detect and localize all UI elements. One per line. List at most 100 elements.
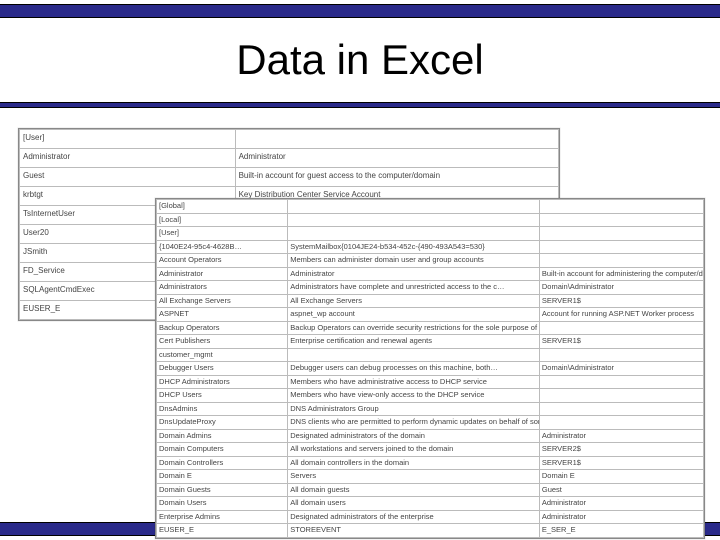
cell [539,348,703,362]
table-row: Cert PublishersEnterprise certification … [157,335,704,349]
cell [539,389,703,403]
title-underline-bar [0,102,720,108]
cell: Administrators [157,281,288,295]
cell: Guest [539,483,703,497]
slide-title: Data in Excel [0,36,720,84]
table-row: [Global] [157,200,704,214]
cell: All Exchange Servers [288,294,540,308]
slide: Data in Excel [User]AdministratorAdminis… [0,0,720,540]
cell: Administrator [235,149,558,168]
cell: Members can administer domain user and g… [288,254,540,268]
cell [288,227,540,241]
cell [288,213,540,227]
cell: Debugger users can debug processes on th… [288,362,540,376]
cell: DNS clients who are permitted to perform… [288,416,540,430]
cell: SERVER1$ [539,456,703,470]
cell: Enterprise Admins [157,510,288,524]
cell: Built-in account for guest access to the… [235,168,558,187]
cell: [User] [157,227,288,241]
table-row: Domain ComputersAll workstations and ser… [157,443,704,457]
cell: EUSER_E [157,524,288,538]
cell: aspnet_wp account [288,308,540,322]
cell: Cert Publishers [157,335,288,349]
table-row: DHCP UsersMembers who have view-only acc… [157,389,704,403]
cell: SERVER1$ [539,294,703,308]
cell: DnsUpdateProxy [157,416,288,430]
cell: Members who have view-only access to the… [288,389,540,403]
table-row: AdministratorsAdministrators have comple… [157,281,704,295]
cell: Enterprise certification and renewal age… [288,335,540,349]
cell: [User] [20,130,236,149]
table-row: EUSER_ESTOREEVENTE_SER_E [157,524,704,538]
table-row: [User] [157,227,704,241]
cell: SERVER1$ [539,335,703,349]
table-row: Account OperatorsMembers can administer … [157,254,704,268]
cell: SystemMailbox{0104JE24-b534-452c-{490-49… [288,240,540,254]
table-row: Enterprise AdminsDesignated administrato… [157,510,704,524]
table-row: [User] [20,130,559,149]
cell: Domain Admins [157,429,288,443]
cell: Backup Operators [157,321,288,335]
table-row: GuestBuilt-in account for guest access t… [20,168,559,187]
cell: Administrator [288,267,540,281]
table-row: Debugger UsersDebugger users can debug p… [157,362,704,376]
table-row: Domain ControllersAll domain controllers… [157,456,704,470]
cell: Administrators have complete and unrestr… [288,281,540,295]
cell: All domain controllers in the domain [288,456,540,470]
table-row: ASPNETaspnet_wp accountAccount for runni… [157,308,704,322]
cell: Domain Controllers [157,456,288,470]
cell: Members who have administrative access t… [288,375,540,389]
table-row: DnsUpdateProxyDNS clients who are permit… [157,416,704,430]
table-row: Backup OperatorsBackup Operators can ove… [157,321,704,335]
table-row: Domain EServersDomain E [157,470,704,484]
cell: Domain Guests [157,483,288,497]
table-row: customer_mgmt [157,348,704,362]
cell: Domain\Administrator [539,281,703,295]
cell: DNS Administrators Group [288,402,540,416]
cell: Administrator [539,429,703,443]
cell: DHCP Users [157,389,288,403]
cell: DHCP Administrators [157,375,288,389]
cell: Guest [20,168,236,187]
table-row: AdministratorAdministratorBuilt-in accou… [157,267,704,281]
cell: Designated administrators of the enterpr… [288,510,540,524]
cell [539,200,703,214]
cell [539,254,703,268]
cell: ASPNET [157,308,288,322]
table-row: DnsAdminsDNS Administrators Group [157,402,704,416]
cell [539,240,703,254]
top-bar [0,4,720,18]
cell: Account for running ASP.NET Worker proce… [539,308,703,322]
cell: All workstations and servers joined to t… [288,443,540,457]
cell: {1040E24-95c4-4628B… [157,240,288,254]
table-row: DHCP AdministratorsMembers who have admi… [157,375,704,389]
cell: Built-in account for administering the c… [539,267,703,281]
cell: All domain users [288,497,540,511]
table-row: AdministratorAdministrator [20,149,559,168]
cell [539,321,703,335]
cell: SERVER2$ [539,443,703,457]
cell: [Global] [157,200,288,214]
cell [539,375,703,389]
table-row: {1040E24-95c4-4628B…SystemMailbox{0104JE… [157,240,704,254]
cell [288,200,540,214]
cell: E_SER_E [539,524,703,538]
cell: Designated administrators of the domain [288,429,540,443]
cell [235,130,558,149]
cell: Domain Computers [157,443,288,457]
excel-table-front: [Global][Local][User]{1040E24-95c4-4628B… [155,198,705,539]
cell: Administrator [157,267,288,281]
cell: Account Operators [157,254,288,268]
table-row: All Exchange ServersAll Exchange Servers… [157,294,704,308]
table-row: Domain GuestsAll domain guestsGuest [157,483,704,497]
cell: customer_mgmt [157,348,288,362]
cell [288,348,540,362]
cell [539,227,703,241]
cell: [Local] [157,213,288,227]
cell: Domain E [157,470,288,484]
cell: All domain guests [288,483,540,497]
cell: DnsAdmins [157,402,288,416]
cell: Administrator [539,497,703,511]
cell: Backup Operators can override security r… [288,321,540,335]
cell: Debugger Users [157,362,288,376]
